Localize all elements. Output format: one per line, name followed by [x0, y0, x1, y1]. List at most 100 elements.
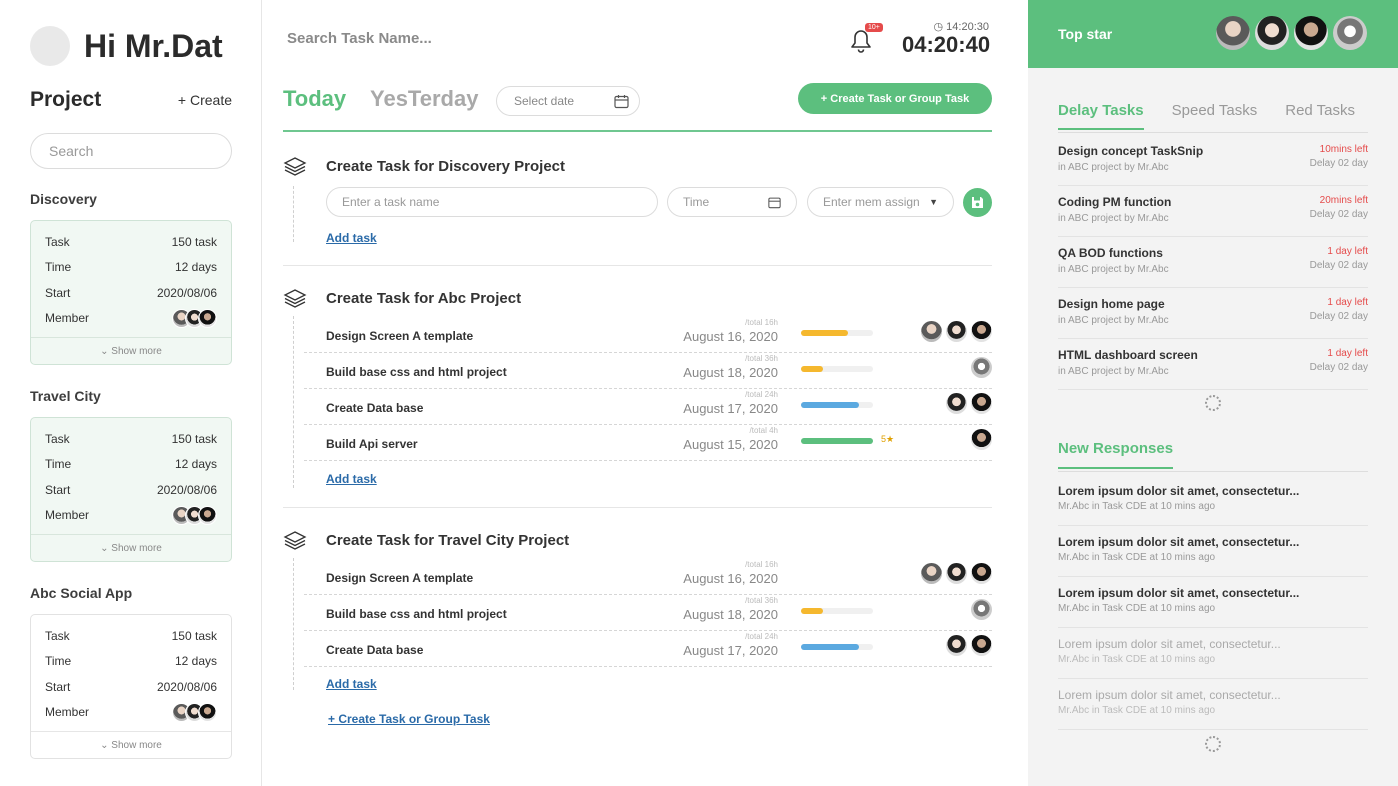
- avatar[interactable]: [946, 393, 967, 414]
- tab-today[interactable]: Today: [283, 86, 346, 112]
- response-item[interactable]: Lorem ipsum dolor sit amet, consectetur.…: [1058, 628, 1368, 679]
- assignee-avatars: [942, 393, 992, 414]
- task-row[interactable]: Create Data base/total 24h August 17, 202…: [304, 631, 992, 667]
- tab-red-tasks[interactable]: Red Tasks: [1285, 102, 1355, 130]
- task-count: 150 task: [171, 628, 217, 643]
- task-row[interactable]: Design Screen A template/total 16h August…: [304, 317, 992, 353]
- avatar[interactable]: [946, 321, 967, 342]
- avatar[interactable]: [921, 321, 942, 342]
- show-more-button[interactable]: ⌄ Show more: [31, 731, 231, 758]
- avatar[interactable]: [1333, 16, 1367, 50]
- start-label: Start: [45, 482, 71, 497]
- task-date: August 18, 2020: [683, 607, 778, 622]
- tabs-divider: [1058, 132, 1368, 133]
- response-title: Lorem ipsum dolor sit amet, consectetur.…: [1058, 484, 1300, 498]
- project-card-abc-social[interactable]: Task 150 task Time 12 days Start 2020/08/06…: [30, 614, 232, 759]
- project-name: Abc Social App: [30, 585, 133, 601]
- task-row[interactable]: Build base css and html project/total 36…: [304, 353, 992, 389]
- add-task-link[interactable]: Add task: [326, 472, 377, 486]
- delay-task-name: Coding PM function: [1058, 195, 1172, 209]
- time-input[interactable]: Time: [667, 187, 797, 217]
- greeting-text: Hi Mr.Dat: [84, 27, 223, 64]
- task-row[interactable]: Design Screen A template/total 16h August…: [304, 559, 992, 595]
- avatar[interactable]: [946, 563, 967, 584]
- tab-speed-tasks[interactable]: Speed Tasks: [1172, 102, 1258, 130]
- response-item[interactable]: Lorem ipsum dolor sit amet, consectetur.…: [1058, 679, 1368, 730]
- project-name: Travel City: [30, 388, 101, 404]
- task-name: Design Screen A template: [326, 329, 474, 343]
- task-row[interactable]: Create Data base/total 24h August 17, 202…: [304, 389, 992, 425]
- progress-bar: [801, 402, 873, 408]
- task-name: Create Data base: [326, 401, 424, 415]
- response-item[interactable]: Lorem ipsum dolor sit amet, consectetur.…: [1058, 526, 1368, 577]
- delay-days: Delay 02 day: [1309, 209, 1368, 220]
- avatar[interactable]: [971, 393, 992, 414]
- project-card-discovery[interactable]: Task 150 task Time 12 days Start 2020/08/06…: [30, 220, 232, 365]
- tab-yesterday[interactable]: YesTerday: [370, 86, 478, 112]
- avatar[interactable]: [1216, 16, 1250, 50]
- show-more-button[interactable]: ⌄ Show more: [31, 534, 231, 561]
- task-name: Build base css and html project: [326, 365, 507, 379]
- add-task-link[interactable]: Add task: [326, 231, 377, 245]
- tabs-underline: [283, 130, 992, 132]
- task-count: 150 task: [171, 431, 217, 446]
- response-sub: Mr.Abc in Task CDE at 10 mins ago: [1058, 654, 1216, 665]
- avatar[interactable]: [971, 599, 992, 620]
- section-track: [293, 316, 294, 488]
- date-select[interactable]: Select date: [496, 86, 640, 116]
- time-left: 10mins left: [1319, 144, 1368, 155]
- start-date: 2020/08/06: [156, 285, 217, 300]
- time-left: 1 day left: [1327, 348, 1368, 359]
- project-card-travel-city[interactable]: Task 150 task Time 12 days Start 2020/08/06…: [30, 417, 232, 562]
- task-search-input[interactable]: Search Task Name...: [287, 30, 432, 47]
- avatar[interactable]: [921, 563, 942, 584]
- task-row[interactable]: Build base css and html project/total 36…: [304, 595, 992, 631]
- avatar[interactable]: [946, 635, 967, 656]
- assignee-avatars: [967, 429, 992, 450]
- show-more-button[interactable]: ⌄ Show more: [31, 337, 231, 364]
- avatar[interactable]: [971, 321, 992, 342]
- member-assign-placeholder: Enter mem assign: [823, 195, 920, 209]
- save-task-button[interactable]: [963, 187, 992, 217]
- create-task-button[interactable]: + Create Task or Group Task: [798, 83, 992, 114]
- delay-task-item[interactable]: Coding PM function in ABC project by Mr.A…: [1058, 186, 1368, 237]
- delay-task-item[interactable]: Design home page in ABC project by Mr.Abc…: [1058, 288, 1368, 339]
- progress-bar: [801, 438, 873, 444]
- delay-task-sub: in ABC project by Mr.Abc: [1058, 264, 1169, 275]
- user-avatar[interactable]: [30, 26, 70, 66]
- delay-task-sub: in ABC project by Mr.Abc: [1058, 315, 1169, 326]
- avatar[interactable]: [971, 429, 992, 450]
- bottom-create-task-link[interactable]: + Create Task or Group Task: [328, 712, 490, 726]
- start-label: Start: [45, 285, 71, 300]
- top-star-bar: Top star: [1028, 0, 1398, 68]
- project-search-input[interactable]: Search: [30, 133, 232, 169]
- progress-fill: [801, 366, 823, 372]
- task-name-input[interactable]: Enter a task name: [326, 187, 658, 217]
- add-task-link[interactable]: Add task: [326, 677, 377, 691]
- avatar[interactable]: [971, 563, 992, 584]
- progress-fill: [801, 644, 859, 650]
- response-title: Lorem ipsum dolor sit amet, consectetur.…: [1058, 586, 1300, 600]
- delay-task-item[interactable]: HTML dashboard screen in ABC project by M…: [1058, 339, 1368, 390]
- avatar[interactable]: [971, 635, 992, 656]
- right-panel: Top star Delay Tasks Speed Tasks Red Tas…: [1028, 0, 1398, 786]
- response-sub: Mr.Abc in Task CDE at 10 mins ago: [1058, 603, 1216, 614]
- task-total-hours: /total 36h: [745, 596, 778, 605]
- task-row[interactable]: Build Api server/total 4h August 15, 2020…: [304, 425, 992, 461]
- task-total-hours: /total 16h: [745, 318, 778, 327]
- delay-days: Delay 02 day: [1309, 260, 1368, 271]
- response-item[interactable]: Lorem ipsum dolor sit amet, consectetur.…: [1058, 475, 1368, 526]
- delay-task-item[interactable]: Design concept TaskSnip in ABC project by…: [1058, 135, 1368, 186]
- section-divider: [283, 507, 992, 508]
- start-label: Start: [45, 679, 71, 694]
- avatar[interactable]: [1294, 16, 1328, 50]
- create-project-button[interactable]: + Create: [178, 92, 232, 108]
- response-item[interactable]: Lorem ipsum dolor sit amet, consectetur.…: [1058, 577, 1368, 628]
- member-assign-select[interactable]: Enter mem assign ▼: [807, 187, 954, 217]
- avatar[interactable]: [1255, 16, 1289, 50]
- member-label: Member: [45, 705, 90, 720]
- tab-delay-tasks[interactable]: Delay Tasks: [1058, 102, 1144, 130]
- avatar[interactable]: [971, 357, 992, 378]
- delay-task-item[interactable]: QA BOD functions in ABC project by Mr.Abc…: [1058, 237, 1368, 288]
- delay-task-sub: in ABC project by Mr.Abc: [1058, 162, 1169, 173]
